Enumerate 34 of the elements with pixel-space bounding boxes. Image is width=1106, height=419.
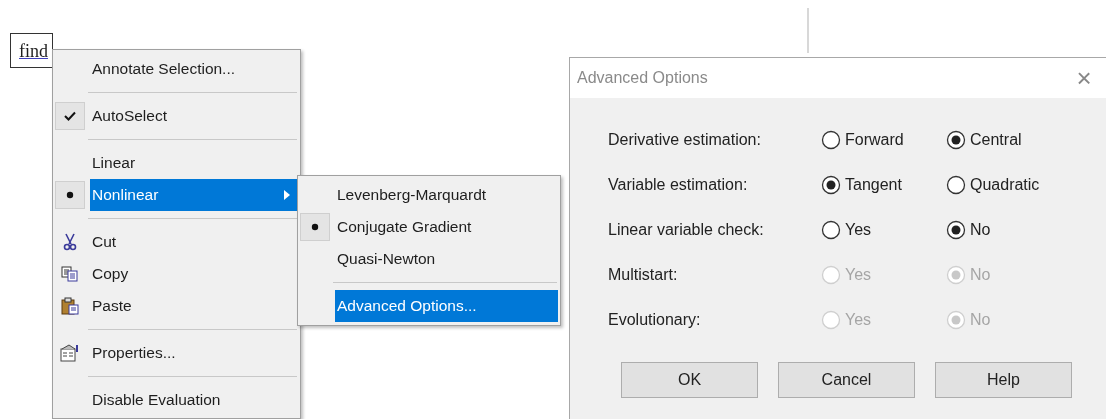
radio-button[interactable]: No <box>946 218 1071 242</box>
dialog-button[interactable]: OK <box>621 362 758 398</box>
menu-item[interactable]: Advanced Options... <box>335 290 558 322</box>
option-label: Multistart: <box>608 265 679 285</box>
menu-item[interactable]: Annotate Selection... <box>90 53 298 85</box>
dialog-button[interactable]: Cancel <box>778 362 915 398</box>
menu-item[interactable]: Copy <box>90 258 298 290</box>
option-label: Derivative estimation: <box>608 130 762 150</box>
option-label: Variable estimation: <box>608 175 749 195</box>
option-label: Evolutionary: <box>608 310 702 330</box>
dialog-button[interactable]: Help <box>935 362 1072 398</box>
menu-item[interactable]: Disable Evaluation <box>90 384 298 416</box>
close-button[interactable]: × <box>1072 65 1096 91</box>
menu-item[interactable]: AutoSelect <box>90 100 298 132</box>
menu-item[interactable]: Cut <box>90 226 298 258</box>
menu-item[interactable]: Conjugate Gradient <box>335 211 558 243</box>
option-label: Linear variable check: <box>608 220 765 240</box>
menu-item[interactable]: Levenberg-Marquardt <box>335 179 558 211</box>
radio-button[interactable]: Tangent <box>821 173 946 197</box>
scissors-icon <box>62 233 78 251</box>
radio-button[interactable]: Yes <box>821 218 946 242</box>
menu-item[interactable]: Linear <box>90 147 298 179</box>
dialog-title: Advanced Options <box>577 68 708 88</box>
copy-icon <box>61 266 79 282</box>
properties-icon <box>60 344 80 362</box>
menu-item[interactable]: Paste <box>90 290 298 322</box>
radio-button[interactable]: Central <box>946 128 1071 152</box>
radio-button[interactable]: Quadratic <box>946 173 1071 197</box>
menu-item[interactable]: Quasi-Newton <box>335 243 558 275</box>
clipboard-icon <box>61 297 79 315</box>
radio-button[interactable]: Forward <box>821 128 946 152</box>
menu-item[interactable]: Properties... <box>90 337 298 369</box>
menu-item[interactable]: Nonlinear <box>90 179 298 211</box>
find-field[interactable]: find <box>10 33 53 68</box>
